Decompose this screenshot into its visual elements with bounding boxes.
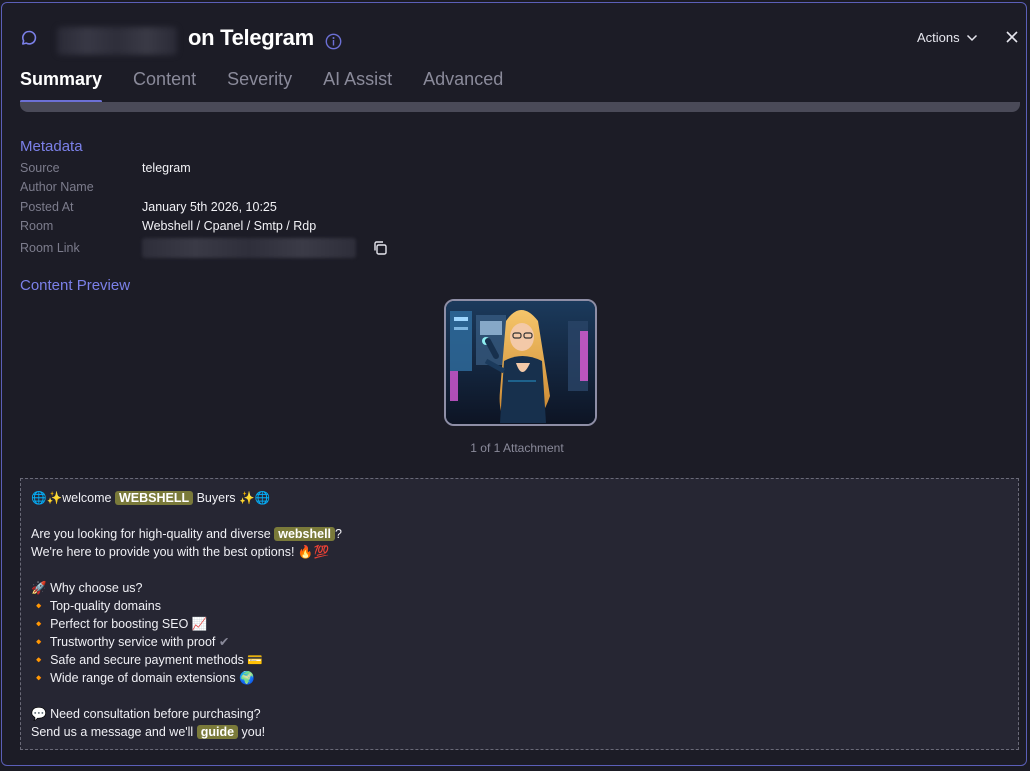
orange-diamond-icon: 🔸 [31, 653, 47, 667]
meta-value: January 5th 2026, 10:25 [142, 200, 277, 214]
hundred-icon: 💯 [313, 545, 330, 559]
meta-label: Room [20, 219, 54, 233]
tab-severity[interactable]: Severity [227, 69, 292, 101]
bullet-item: 🔸 Wide range of domain extensions 🌍 [31, 669, 1008, 687]
message-line: We're here to provide you with the best … [31, 543, 1008, 561]
text: Trustworthy service with proof [49, 635, 216, 649]
meta-label: Posted At [20, 200, 74, 214]
text: Send us a message and we'll [31, 725, 194, 739]
text: Buyers [196, 491, 236, 505]
chart-icon: 📈 [191, 617, 208, 631]
message-line: 🌐✨welcome WEBSHELL Buyers ✨🌐 [31, 489, 1008, 507]
info-icon[interactable] [325, 33, 342, 50]
earth-icon: 🌍 [239, 671, 255, 685]
keyword-highlight: guide [196, 725, 239, 739]
orange-diamond-icon: 🔸 [31, 635, 47, 649]
tab-advanced[interactable]: Advanced [423, 69, 503, 101]
message-line: 💬 Need consultation before purchasing? [31, 705, 1008, 723]
message-line: Are you looking for high-quality and div… [31, 525, 1008, 543]
sparkles-icon: ✨ [46, 491, 63, 505]
redacted-channel-name [57, 27, 177, 55]
actions-label: Actions [917, 30, 960, 45]
meta-row-source: Source telegram [20, 159, 191, 177]
chat-bubble-icon [22, 30, 37, 45]
credit-card-icon: 💳 [247, 653, 263, 667]
rocket-icon: 🚀 [31, 581, 47, 595]
text: Perfect for boosting SEO [50, 617, 189, 631]
tab-ai-assist[interactable]: AI Assist [323, 69, 392, 101]
meta-row-author: Author Name [20, 178, 142, 196]
content-preview-heading: Content Preview [20, 277, 131, 294]
message-line: 🚀 Why choose us? [31, 579, 1008, 597]
meta-value: Webshell / Cpanel / Smtp / Rdp [142, 219, 317, 233]
attachment-thumbnail[interactable] [444, 299, 597, 426]
keyword-highlight: webshell [274, 527, 336, 541]
meta-label: Room Link [20, 241, 80, 255]
bullet-item: 🔸 Top-quality domains [31, 597, 1008, 615]
text: welcome [62, 491, 112, 505]
tab-bar: Summary Content Severity AI Assist Advan… [20, 69, 534, 103]
bullet-item: 🔸 Trustworthy service with proof ✔ [31, 633, 1008, 651]
meta-label: Author Name [20, 180, 94, 194]
check-icon: ✔ [218, 635, 230, 649]
speech-bubble-icon: 💬 [31, 707, 47, 721]
message-line: Send us a message and we'll guide you! [31, 723, 1008, 741]
message-content: 🌐✨welcome WEBSHELL Buyers ✨🌐 Are you loo… [20, 478, 1019, 750]
text: Need consultation before purchasing? [50, 707, 261, 721]
bullet-item: 🔸 Perfect for boosting SEO 📈 [31, 615, 1008, 633]
meta-label: Source [20, 161, 60, 175]
tab-content[interactable]: Content [133, 69, 196, 101]
close-icon[interactable] [1004, 29, 1020, 45]
orange-diamond-icon: 🔸 [31, 599, 47, 613]
attachment-count: 1 of 1 Attachment [470, 441, 564, 455]
text: Top-quality domains [49, 599, 161, 613]
globe-icon: 🌐 [254, 491, 271, 505]
text: ? [335, 527, 342, 541]
meta-row-posted-at: Posted At January 5th 2026, 10:25 [20, 198, 277, 216]
redacted-room-link[interactable] [142, 238, 356, 258]
attachment-image [446, 301, 595, 424]
actions-dropdown[interactable]: Actions [917, 30, 978, 45]
meta-value: telegram [142, 161, 191, 175]
keyword-highlight: WEBSHELL [114, 491, 194, 505]
text: Are you looking for high-quality and div… [31, 527, 271, 541]
bullet-item: 🔸 Safe and secure payment methods 💳 [31, 651, 1008, 669]
sparkles-icon: ✨ [238, 491, 255, 505]
orange-diamond-icon: 🔸 [31, 617, 47, 631]
tab-scrollbar[interactable] [20, 102, 1020, 112]
text: Safe and secure payment methods [50, 653, 244, 667]
fire-icon: 🔥 [297, 545, 314, 559]
meta-row-room: Room Webshell / Cpanel / Smtp / Rdp [20, 217, 316, 235]
text: Why choose us? [50, 581, 143, 595]
meta-row-room-link: Room Link [20, 238, 356, 258]
detail-panel: on Telegram Actions Summary Content Seve… [1, 2, 1027, 766]
chevron-down-icon [966, 34, 977, 41]
copy-icon[interactable] [372, 240, 388, 256]
tab-summary[interactable]: Summary [20, 69, 103, 103]
globe-icon: 🌐 [31, 491, 47, 505]
text: We're here to provide you with the best … [31, 545, 295, 559]
text: Wide range of domain extensions [50, 671, 236, 685]
orange-diamond-icon: 🔸 [31, 671, 47, 685]
metadata-heading: Metadata [20, 138, 83, 155]
text: you! [241, 725, 266, 739]
page-title: on Telegram [188, 25, 314, 50]
panel-header: on Telegram Actions [2, 3, 1026, 73]
